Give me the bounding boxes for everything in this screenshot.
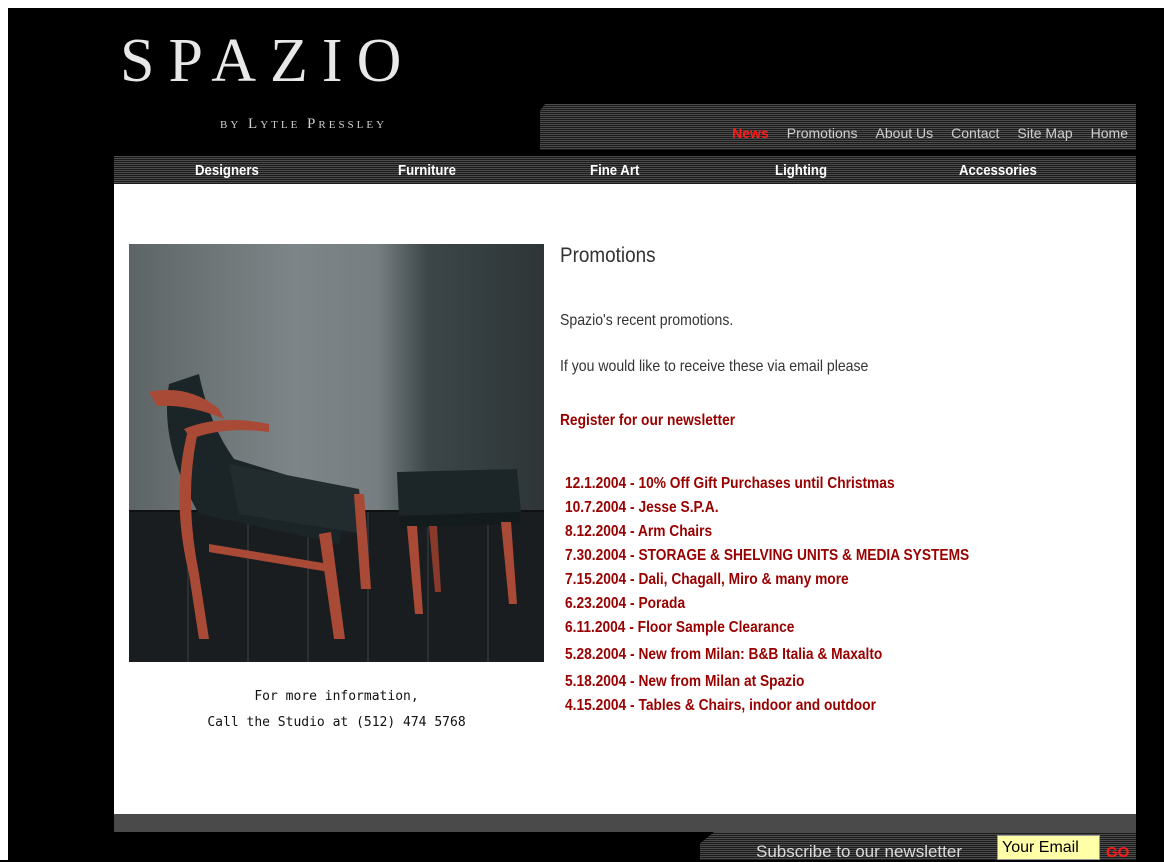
category-designers[interactable]: Designers (195, 162, 259, 179)
promotions-section: Promotions Spazio's recent promotions. I… (560, 244, 1120, 714)
promotion-link[interactable]: 7.15.2004 - Dali, Chagall, Miro & many m… (565, 568, 969, 592)
promotion-link[interactable]: 4.15.2004 - Tables & Chairs, indoor and … (565, 694, 969, 718)
promotion-link[interactable]: 5.18.2004 - New from Milan at Spazio (565, 670, 969, 694)
subscribe-label: Subscribe to our newsletter (756, 842, 962, 861)
register-newsletter-link[interactable]: Register for our newsletter (560, 412, 735, 430)
content-panel: For more information, Call the Studio at… (114, 184, 1136, 814)
promotion-link[interactable]: 10.7.2004 - Jesse S.P.A. (565, 496, 969, 520)
page-title: Promotions (560, 244, 656, 267)
brand-tagline: by Lytle Pressley (220, 116, 388, 132)
promotion-link[interactable]: 5.28.2004 - New from Milan: B&B Italia &… (565, 643, 969, 667)
intro-text: Spazio's recent promotions. (560, 312, 734, 329)
promotion-link[interactable]: 12.1.2004 - 10% Off Gift Purchases until… (565, 472, 969, 496)
intro-email-text: If you would like to receive these via e… (560, 358, 869, 375)
nav-contact[interactable]: Contact (951, 125, 999, 141)
subscribe-slant (680, 832, 714, 860)
go-button[interactable]: GO (1106, 844, 1129, 861)
category-furniture[interactable]: Furniture (398, 162, 456, 179)
promotion-link[interactable]: 8.12.2004 - Arm Chairs (565, 520, 969, 544)
footer-bar (114, 814, 1136, 832)
promotion-link[interactable]: 7.30.2004 - STORAGE & SHELVING UNITS & M… (565, 544, 969, 568)
category-lighting[interactable]: Lighting (775, 162, 827, 179)
promotions-list: 12.1.2004 - 10% Off Gift Purchases until… (565, 472, 1035, 718)
window-top-edge (0, 0, 1164, 8)
caption-line-2: Call the Studio at (512) 474 5768 (207, 715, 466, 730)
nav-home[interactable]: Home (1091, 125, 1128, 141)
category-fine-art[interactable]: Fine Art (590, 162, 639, 179)
top-nav: News Promotions About Us Contact Site Ma… (540, 122, 1128, 144)
nav-promotions[interactable]: Promotions (787, 125, 858, 141)
brand-logo[interactable]: SPAZIO by Lytle Pressley (116, 30, 456, 150)
nav-about-us[interactable]: About Us (876, 125, 934, 141)
category-accessories[interactable]: Accessories (959, 162, 1037, 179)
chair-illustration (149, 374, 521, 639)
studio-caption: For more information, Call the Studio at… (129, 684, 544, 736)
chair-photo (129, 244, 544, 662)
caption-line-1: For more information, (254, 689, 419, 704)
category-nav: Designers Furniture Fine Art Lighting Ac… (114, 156, 1136, 184)
window-left-edge (0, 0, 8, 860)
promotion-link[interactable]: 6.11.2004 - Floor Sample Clearance (565, 616, 969, 640)
promotion-link[interactable]: 6.23.2004 - Porada (565, 592, 969, 616)
nav-news[interactable]: News (732, 125, 769, 141)
newsletter-email-input[interactable] (997, 835, 1100, 860)
brand-name: SPAZIO (120, 27, 416, 95)
nav-site-map[interactable]: Site Map (1017, 125, 1072, 141)
